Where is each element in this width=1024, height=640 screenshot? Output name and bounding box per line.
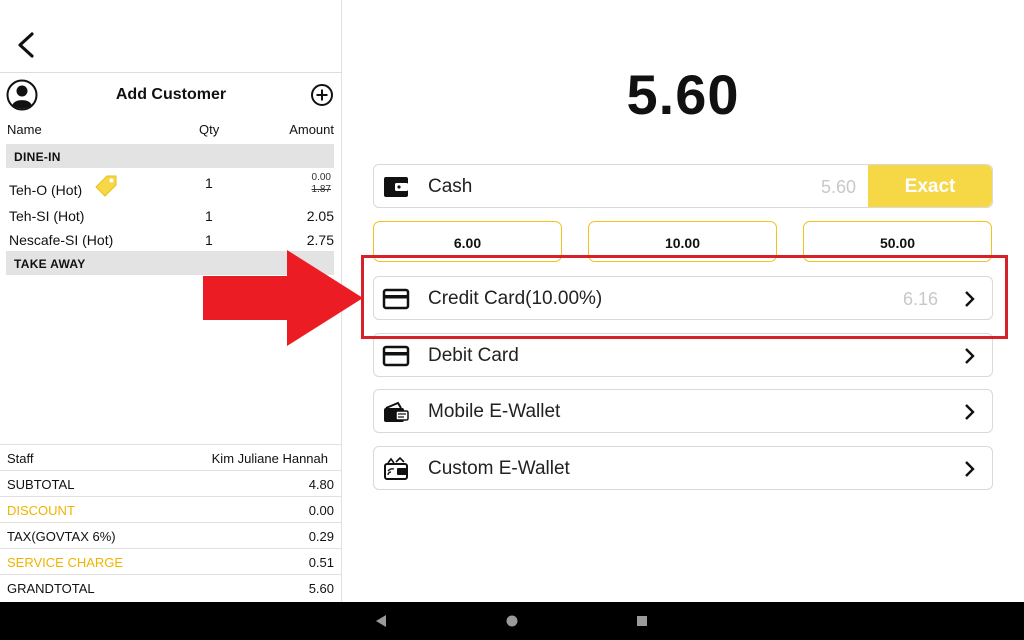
grandtotal-label: GRANDTOTAL [7,581,95,596]
item-original-amount: 1.87 [311,184,331,195]
staff-row: Staff Kim Juliane Hannah [0,444,342,470]
item-qty: 1 [205,232,213,248]
debit-card-icon [382,345,410,367]
order-item[interactable]: Teh-O (Hot) 1 [0,175,342,202]
section-dine-in: DINE-IN [6,144,334,168]
grandtotal-row: GRANDTOTAL 5.60 [0,574,342,600]
nav-home-icon[interactable] [505,613,519,629]
discount-row[interactable]: DISCOUNT 0.00 [0,496,342,522]
item-amount: 2.05 [306,208,334,224]
system-navigation-bar [0,602,1024,640]
discount-tag-icon [95,175,117,197]
cash-payment-row[interactable]: Cash 5.60 Exact [373,164,993,208]
subtotal-label: SUBTOTAL [7,477,75,492]
tax-row: TAX(GOVTAX 6%) 0.29 [0,522,342,548]
debit-card-payment-row[interactable]: Debit Card [373,333,993,377]
item-amount: 2.75 [306,232,334,248]
cash-amount: 5.60 [820,177,856,197]
tax-value: 0.29 [308,529,334,544]
order-item[interactable]: Nescafe-SI (Hot) 1 2.75 [0,228,342,252]
wallet-icon [384,177,408,197]
item-name: Teh-O (Hot) [9,182,83,198]
cash-label: Cash [428,176,473,197]
credit-card-highlight-box [361,255,1008,339]
subtotal-row: SUBTOTAL 4.80 [0,470,342,496]
item-name: Teh-SI (Hot) [9,208,85,224]
chevron-right-icon [965,348,975,364]
add-customer-label: Add Customer [115,86,227,103]
discount-value: 0.00 [308,503,334,518]
order-item[interactable]: Teh-SI (Hot) 1 2.05 [0,204,342,228]
item-qty: 1 [205,175,213,191]
item-price: 0.00 1.87 [312,172,331,196]
custom-e-wallet-payment-row[interactable]: Custom E-Wallet [373,446,993,490]
grandtotal-value: 5.60 [308,581,334,596]
column-header-name: Name [7,122,42,137]
service-charge-label: SERVICE CHARGE [7,555,124,570]
subtotal-value: 4.80 [308,477,334,492]
item-name: Nescafe-SI (Hot) [9,232,114,248]
mobile-wallet-icon [384,401,409,422]
add-customer-row[interactable]: Add Customer [0,72,342,118]
nav-back-icon[interactable] [374,613,388,629]
discount-label: DISCOUNT [7,503,75,518]
nav-recents-icon[interactable] [635,613,649,629]
column-header-qty: Qty [199,122,220,137]
chevron-right-icon [965,404,975,420]
debit-card-label: Debit Card [428,345,519,366]
custom-e-wallet-label: Custom E-Wallet [428,458,570,479]
item-qty: 1 [205,208,213,224]
staff-label: Staff [7,451,34,466]
tax-label: TAX(GOVTAX 6%) [7,529,116,544]
mobile-e-wallet-payment-row[interactable]: Mobile E-Wallet [373,389,993,433]
payment-total: 5.60 [626,63,740,126]
service-charge-value: 0.51 [308,555,334,570]
pointer-arrow-icon [203,250,363,346]
mobile-e-wallet-label: Mobile E-Wallet [428,401,561,422]
plus-circle-icon[interactable] [310,83,334,107]
exact-button[interactable]: Exact [868,165,992,207]
back-arrow-icon[interactable] [12,30,40,60]
custom-wallet-icon [384,457,408,480]
column-header-amount: Amount [289,122,334,137]
service-charge-row[interactable]: SERVICE CHARGE 0.51 [0,548,342,574]
staff-value: Kim Juliane Hannah [211,451,328,466]
item-amount: 0.00 [311,172,331,183]
chevron-right-icon [965,461,975,477]
